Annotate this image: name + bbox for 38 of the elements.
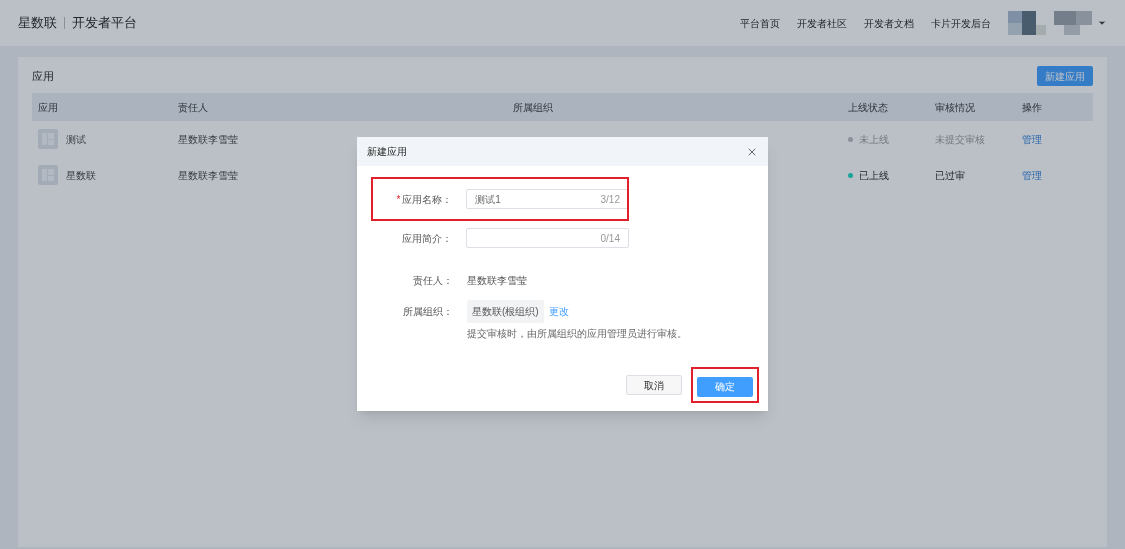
char-counter: 0/14 <box>600 231 620 246</box>
nav-link[interactable]: 平台首页 <box>740 15 780 31</box>
field-label: 责任人： <box>412 273 453 288</box>
manage-link[interactable]: 管理 <box>1022 167 1072 183</box>
platform-name: 开发者平台 <box>72 14 137 33</box>
column-header: 责任人 <box>178 100 209 115</box>
nav-link[interactable]: 开发者文档 <box>864 15 914 31</box>
app-name: 星数联 <box>66 168 96 183</box>
column-header: 上线状态 <box>848 100 889 115</box>
column-header: 审核情况 <box>935 100 976 115</box>
review-status: 已过审 <box>935 168 966 183</box>
hint-text: 提交审核时，由所属组织的应用管理员进行审核。 <box>467 327 688 341</box>
table-cell-text: 星数联李雪莹 <box>178 132 239 147</box>
caret-icon[interactable] <box>1097 18 1107 28</box>
nav-link[interactable]: 卡片开发后台 <box>931 15 991 31</box>
app-name: 测试 <box>66 132 86 147</box>
card-title: 应用 <box>32 68 54 84</box>
table-cell-text: 星数联李雪莹 <box>178 168 239 183</box>
field-label: 应用简介： <box>402 231 453 246</box>
dialog-title: 新建应用 <box>367 145 407 159</box>
manage-link[interactable]: 管理 <box>1022 131 1072 147</box>
app-icon <box>38 129 58 149</box>
column-header: 所属组织 <box>513 100 554 115</box>
brand-name[interactable]: 星数联 <box>18 13 57 33</box>
required-mark: * <box>396 192 401 207</box>
org-tag: 星数联(根组织) <box>467 300 544 323</box>
app-icon <box>38 165 58 185</box>
char-counter: 3/12 <box>600 192 620 207</box>
status-text: 已上线 <box>859 168 889 183</box>
cancel-button[interactable]: 取消 <box>626 375 682 395</box>
review-status: 未提交审核 <box>935 132 986 147</box>
owner-value: 星数联李雪莹 <box>467 273 527 288</box>
column-header: 操作 <box>1022 100 1043 115</box>
nav-link[interactable]: 开发者社区 <box>797 15 847 31</box>
avatar-image[interactable] <box>1008 11 1094 35</box>
field-label: 应用名称： <box>402 192 453 207</box>
column-header: 应用 <box>38 100 59 115</box>
field-label: 所属组织： <box>402 305 453 319</box>
